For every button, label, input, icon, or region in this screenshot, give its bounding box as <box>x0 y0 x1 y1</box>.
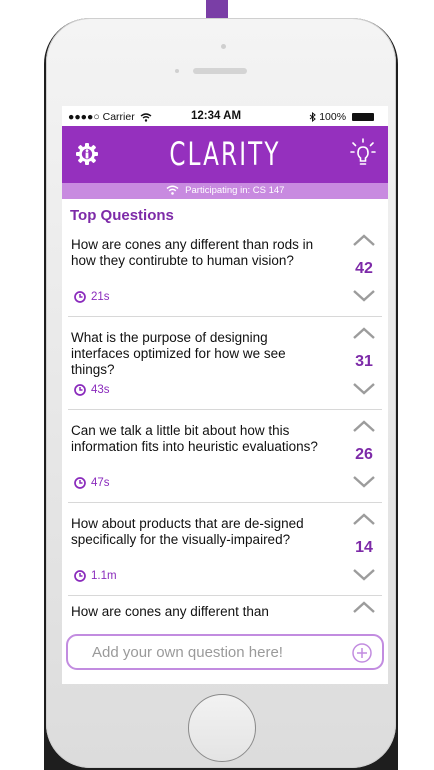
battery-indicator: 100% <box>309 111 374 123</box>
divider <box>68 409 382 410</box>
camera-dot <box>221 44 226 49</box>
question-item[interactable]: What is the purpose of designing interfa… <box>62 318 388 410</box>
add-question-bar <box>62 626 388 684</box>
add-question-input[interactable] <box>90 641 334 663</box>
divider <box>68 502 382 503</box>
chevron-up-icon[interactable] <box>352 512 376 526</box>
clock-icon <box>74 291 86 303</box>
sensor-dot <box>175 69 179 73</box>
battery-percent: 100% <box>319 111 347 123</box>
question-age: 43s <box>74 384 110 396</box>
divider <box>68 316 382 317</box>
chevron-up-icon[interactable] <box>352 233 376 247</box>
question-age: 1.1m <box>74 570 117 582</box>
question-item[interactable]: How about products that are de-signed sp… <box>62 504 388 596</box>
status-bar: ●●●●○ Carrier 12:34 AM 100% <box>62 106 388 126</box>
vote-count: 31 <box>355 353 373 370</box>
battery-icon <box>352 113 374 122</box>
question-item[interactable]: How are cones any different than rods in… <box>62 225 388 317</box>
speaker-grill <box>193 68 247 74</box>
participation-text: Participating in: CS 147 <box>185 185 285 196</box>
clock-icon <box>74 570 86 582</box>
question-text: Can we talk a little bit about how this … <box>71 423 318 454</box>
add-question-field[interactable] <box>66 634 384 670</box>
clock-icon <box>74 477 86 489</box>
vote-count: 26 <box>355 446 373 463</box>
app-header: CLARITY <box>62 126 388 183</box>
question-text: How are cones any different than <box>71 604 269 619</box>
question-age: 47s <box>74 477 110 489</box>
chevron-up-icon[interactable] <box>352 419 376 433</box>
question-item[interactable]: Can we talk a little bit about how this … <box>62 411 388 503</box>
wifi-icon <box>140 113 152 122</box>
lightbulb-icon[interactable] <box>350 138 376 168</box>
wifi-icon <box>166 185 179 196</box>
vote-count: 42 <box>355 260 373 277</box>
app-title: CLARITY <box>169 135 281 173</box>
chevron-down-icon[interactable] <box>352 382 376 396</box>
chevron-down-icon[interactable] <box>352 475 376 489</box>
question-text: How are cones any different than rods in… <box>71 237 314 268</box>
question-text: How about products that are de-signed sp… <box>71 516 304 547</box>
chevron-up-icon[interactable] <box>352 326 376 340</box>
chevron-up-icon[interactable] <box>352 600 376 614</box>
participation-bar: Participating in: CS 147 <box>62 183 388 199</box>
chevron-down-icon[interactable] <box>352 568 376 582</box>
question-age: 21s <box>74 291 110 303</box>
gear-icon[interactable] <box>76 143 98 165</box>
clock-icon <box>74 384 86 396</box>
carrier-label: ●●●●○ Carrier <box>68 111 152 123</box>
bluetooth-icon <box>309 112 317 123</box>
home-button[interactable] <box>188 694 256 762</box>
question-text: What is the purpose of designing interfa… <box>71 330 286 377</box>
divider <box>68 595 382 596</box>
section-title: Top Questions <box>70 207 174 224</box>
status-time: 12:34 AM <box>191 110 242 122</box>
top-tab-marker <box>206 0 228 20</box>
vote-count: 14 <box>355 539 373 556</box>
plus-circle-icon[interactable] <box>351 642 373 664</box>
chevron-down-icon[interactable] <box>352 289 376 303</box>
app-screen: ●●●●○ Carrier 12:34 AM 100% CLARITY Part… <box>62 106 388 684</box>
